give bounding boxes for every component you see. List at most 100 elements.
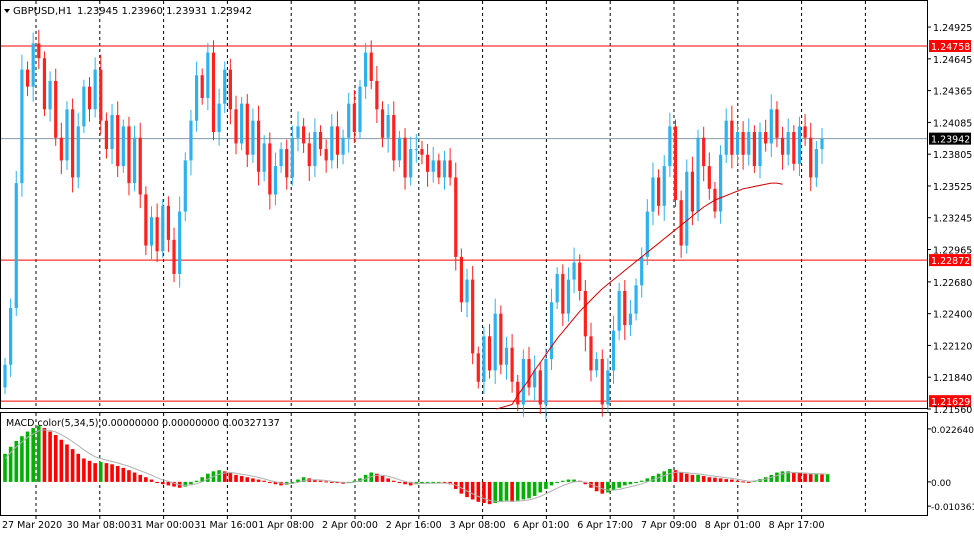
macd-bar <box>555 481 559 484</box>
candle-body <box>178 211 182 274</box>
candle-body <box>335 126 340 155</box>
macd-bar <box>239 476 244 482</box>
candle-body <box>442 160 447 178</box>
macd-bar <box>797 472 802 482</box>
macd-bar <box>397 481 402 484</box>
candle-body <box>121 126 125 167</box>
candle-body <box>211 52 216 133</box>
macd-bar <box>53 435 58 482</box>
macd-bar <box>628 481 633 485</box>
time-axis-label: 31 Mar 16:00 <box>194 520 257 531</box>
macd-bar <box>668 469 672 482</box>
candle-body <box>104 120 109 150</box>
candle-body <box>352 103 356 133</box>
candle <box>183 152 187 222</box>
candle-body <box>696 137 700 212</box>
macd-bar <box>37 425 41 482</box>
candle-body <box>132 137 137 184</box>
level-price-label: 1.24758 <box>931 42 970 53</box>
macd-bar <box>684 473 689 482</box>
macd-bar <box>386 478 390 482</box>
macd-bar <box>380 476 385 482</box>
macd-bar <box>31 428 35 482</box>
macd-bar <box>82 458 86 482</box>
candle-body <box>645 211 649 257</box>
macd-bar <box>814 474 819 482</box>
candle-body <box>240 103 244 144</box>
candle-body <box>651 177 655 212</box>
candle-body <box>155 217 159 252</box>
macd-bar <box>470 481 475 500</box>
macd-bar <box>262 480 266 482</box>
price-axis-label: 1.21840 <box>933 373 972 384</box>
macd-bar <box>251 478 255 482</box>
candle-body <box>814 149 818 178</box>
candle-body <box>375 80 379 110</box>
trading-chart[interactable]: 1.247581.228721.216291.23942 1.249251.24… <box>0 0 974 536</box>
candle-body <box>341 137 345 155</box>
candle-body <box>420 149 424 155</box>
macd-bar <box>741 481 745 483</box>
candle-body <box>640 256 644 286</box>
candle-body <box>251 120 255 155</box>
candle-body <box>809 137 813 178</box>
candle <box>499 305 503 375</box>
macd-bar <box>127 470 131 482</box>
candle-body <box>296 126 300 138</box>
candle-body <box>302 126 306 144</box>
time-axis-label: 6 Apr 01:00 <box>513 520 569 531</box>
macd-bar <box>499 481 503 502</box>
candle-body <box>538 370 542 405</box>
macd-bar <box>561 480 565 482</box>
candle-body <box>747 132 751 155</box>
candle-body <box>149 217 154 246</box>
candle-body <box>166 205 170 240</box>
candle-body <box>313 132 317 167</box>
price-chart-frame <box>0 0 928 409</box>
candle <box>673 119 678 207</box>
price-axis-label: 1.22680 <box>933 278 972 289</box>
price-axis-label: 1.21560 <box>933 405 972 416</box>
candle-body <box>14 183 18 308</box>
candle <box>82 79 86 134</box>
candle-body <box>589 336 593 371</box>
candle-body <box>347 103 351 138</box>
time-axis-label: 2 Apr 00:00 <box>322 520 378 531</box>
macd-bar <box>234 474 238 482</box>
macd-bar <box>532 481 537 496</box>
candle-body <box>600 359 604 405</box>
macd-axis-label: -0.0103613 <box>931 503 974 513</box>
candle-body <box>792 132 796 164</box>
macd-bar <box>510 481 514 502</box>
candle-body <box>290 137 294 178</box>
macd-bar <box>538 481 543 493</box>
candle <box>240 96 244 151</box>
candle-body <box>623 290 627 326</box>
candle-body <box>521 359 525 405</box>
candle-body <box>116 115 120 167</box>
candle-body <box>803 126 807 138</box>
macd-bar <box>403 481 407 485</box>
level-price-label: 1.22872 <box>931 256 970 267</box>
candle-body <box>595 359 599 371</box>
price-axis-label: 1.23245 <box>933 214 972 225</box>
candle-body <box>527 359 531 388</box>
macd-bar <box>121 467 126 482</box>
price-axis: 1.24925 1.24645 1.24365 1.24085 1.23805 1.235… <box>927 23 972 416</box>
macd-bar <box>465 481 469 498</box>
candle-body <box>668 126 672 167</box>
macd-bar <box>493 481 497 503</box>
macd-bar <box>746 481 751 483</box>
candle-body <box>578 262 582 291</box>
candle-body <box>583 290 587 337</box>
candle-body <box>99 69 103 121</box>
candle-body <box>93 69 97 110</box>
macd-bar <box>639 480 644 482</box>
macd-bar <box>132 472 137 482</box>
candle-body <box>510 347 514 382</box>
candle-body <box>797 126 802 164</box>
candle-body <box>611 330 616 371</box>
macd-bar <box>780 471 785 482</box>
candle-body <box>369 52 373 81</box>
candle <box>121 119 125 173</box>
